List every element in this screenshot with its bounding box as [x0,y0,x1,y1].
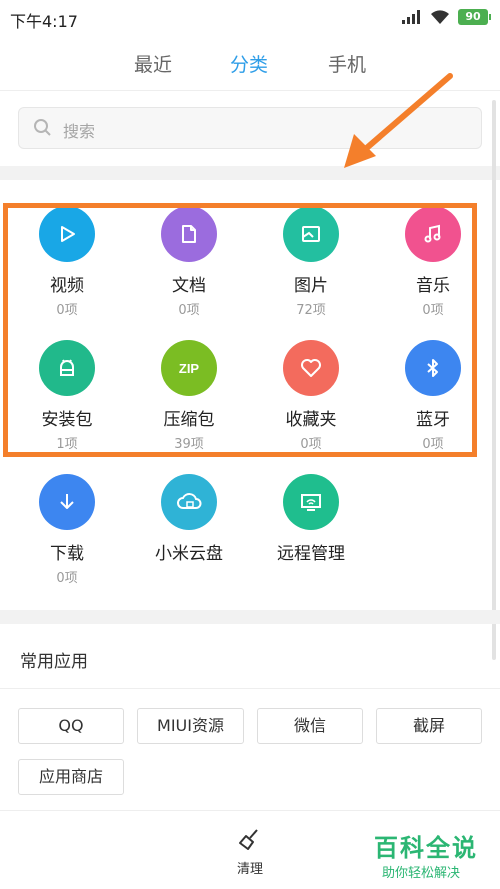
category-remote[interactable]: 远程管理 [251,474,371,564]
cloud-icon [161,474,217,530]
signal-icon [402,10,420,24]
status-time: 下午4:17 [10,12,78,31]
category-count: 0项 [56,571,78,586]
battery-icon: 90 [458,9,491,25]
tab-category[interactable]: 分类 [230,50,268,77]
category-label: 小米云盘 [155,544,223,564]
app-chip-wechat[interactable]: 微信 [257,708,363,744]
category-cloud[interactable]: 小米云盘 [129,474,249,564]
status-bar: 下午4:17 90 [0,0,500,38]
remote-icon [283,474,339,530]
category-label: 下载 [50,544,84,564]
download-icon [39,474,95,530]
app-chip-app-store[interactable]: 应用商店 [18,759,124,795]
search-placeholder: 搜索 [63,122,96,141]
common-apps-title: 常用应用 [20,652,88,672]
arrow-icon [344,73,453,168]
app-chip-screenshot[interactable]: 截屏 [376,708,482,744]
watermark-subtitle: 助你轻松解决 [382,866,461,881]
tab-recent[interactable]: 最近 [134,50,172,77]
app-chip-miui[interactable]: MIUI资源 [137,708,244,744]
bottom-divider [0,810,500,811]
clean-button[interactable]: 清理 [224,826,276,877]
search-icon [34,119,51,136]
section-separator [0,610,500,624]
clean-label: 清理 [236,862,263,877]
highlight-box [3,203,477,457]
broom-icon [239,829,258,850]
wifi-icon [431,9,449,24]
app-chip-qq[interactable]: QQ [18,708,124,744]
category-label: 远程管理 [277,544,345,564]
watermark-title: 百科全说 [374,834,478,862]
status-icons: 90 [402,9,491,25]
common-apps-divider [0,688,500,689]
scrollbar[interactable] [492,100,496,660]
category-download[interactable]: 下载 0项 [7,474,127,586]
